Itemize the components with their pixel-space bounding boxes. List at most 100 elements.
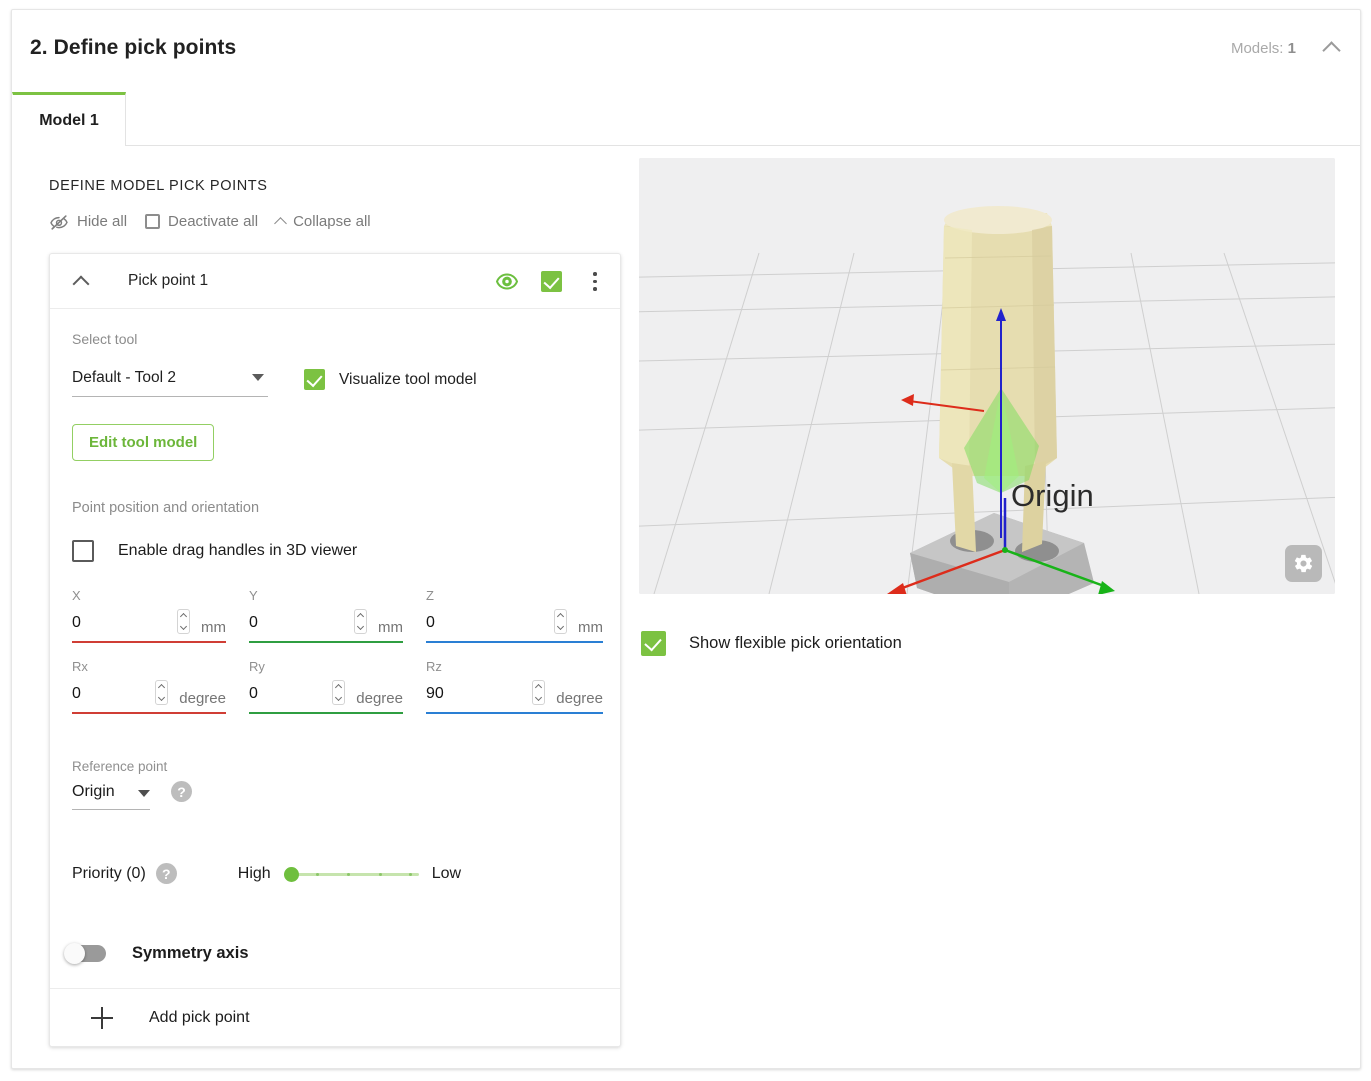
- field-rx-value: 0: [72, 684, 81, 702]
- field-y-value: 0: [249, 613, 258, 631]
- select-tool-label: Select tool: [72, 331, 138, 347]
- field-x-underline: [72, 641, 226, 643]
- deactivate-all-label: Deactivate all: [168, 213, 259, 230]
- pick-point-active-checkbox[interactable]: [541, 271, 562, 292]
- field-rz-unit: degree: [556, 690, 603, 707]
- field-rz: Rz 90 degree: [426, 659, 603, 714]
- kebab-dot: [593, 279, 597, 284]
- hide-all-label: Hide all: [77, 213, 128, 230]
- tab-model-1[interactable]: Model 1: [12, 92, 126, 146]
- models-count: Models: 1: [1231, 40, 1296, 57]
- add-pick-point-label: Add pick point: [149, 1008, 250, 1026]
- checkbox-empty-icon: [145, 214, 161, 229]
- models-count-value: 1: [1287, 39, 1296, 57]
- chevron-up-icon: [158, 684, 166, 692]
- field-z-input[interactable]: 0: [426, 607, 569, 638]
- help-icon[interactable]: ?: [171, 781, 192, 802]
- 3d-viewer[interactable]: Origin: [639, 158, 1335, 594]
- slider-tick: [346, 872, 350, 876]
- header-right-group: Models: 1: [1231, 37, 1344, 60]
- page-title: 2. Define pick points: [30, 36, 237, 59]
- field-ry: Ry 0 degree: [249, 659, 426, 714]
- chevron-up-icon: [274, 217, 287, 230]
- chevron-down-icon: [335, 693, 343, 701]
- field-y-unit: mm: [378, 619, 403, 636]
- panel-content: DEFINE MODEL PICK POINTS Hide all Deacti…: [12, 146, 1360, 1068]
- enable-drag-handles-checkbox[interactable]: [72, 540, 94, 562]
- field-ry-input[interactable]: 0: [249, 678, 347, 709]
- chevron-down-icon: [535, 693, 543, 701]
- panel-collapse-button[interactable]: [1318, 37, 1344, 60]
- slider-tick: [408, 872, 412, 876]
- priority-high-label: High: [237, 864, 271, 882]
- kebab-menu-icon[interactable]: [584, 270, 606, 294]
- viewer-column: Origin Show flexible pick orientation: [639, 158, 1335, 656]
- field-x-label: X: [72, 588, 81, 603]
- field-ry-label: Ry: [249, 659, 265, 674]
- define-pick-points-panel: 2. Define pick points Models: 1 Model 1: [11, 9, 1361, 1069]
- field-y-label: Y: [249, 588, 258, 603]
- panel-header: 2. Define pick points Models: 1: [12, 10, 1360, 92]
- show-flexible-pick-checkbox[interactable]: [641, 631, 666, 656]
- field-z: Z 0 mm: [426, 588, 603, 643]
- field-y-input[interactable]: 0: [249, 607, 369, 638]
- edit-tool-model-button[interactable]: Edit tool model: [72, 424, 215, 461]
- tool-select-value: Default - Tool 2: [72, 369, 176, 386]
- chevron-up-icon: [179, 613, 188, 621]
- field-ry-unit: degree: [356, 690, 403, 707]
- chevron-down-icon: [158, 693, 166, 701]
- viewer-settings-button[interactable]: [1285, 545, 1322, 582]
- pick-point-collapse-button[interactable]: [58, 258, 104, 304]
- field-rz-label: Rz: [426, 659, 442, 674]
- gear-icon: [1294, 554, 1313, 573]
- priority-slider[interactable]: [283, 865, 419, 883]
- reference-point-select[interactable]: Origin: [72, 783, 150, 810]
- field-rx-unit: degree: [179, 690, 226, 707]
- chevron-up-icon: [1321, 41, 1341, 60]
- 3d-scene: Origin: [639, 158, 1335, 594]
- field-rz-input[interactable]: 90: [426, 678, 547, 709]
- help-icon[interactable]: ?: [155, 863, 177, 884]
- reference-point-group: Reference point Origin ?: [72, 759, 620, 812]
- pick-points-column: DEFINE MODEL PICK POINTS Hide all Deacti…: [38, 146, 638, 1047]
- plus-icon: [91, 1006, 113, 1029]
- chevron-up-icon: [335, 684, 343, 692]
- chevron-up-icon: [356, 613, 365, 621]
- symmetry-axis-toggle[interactable]: [64, 943, 106, 964]
- kebab-dot: [593, 272, 597, 276]
- chevron-up-icon: [72, 275, 90, 292]
- eye-off-icon: [50, 214, 68, 230]
- reference-point-label: Reference point: [72, 759, 168, 774]
- field-z-stepper[interactable]: [554, 609, 567, 634]
- kebab-dot: [593, 287, 597, 291]
- field-x-value: 0: [72, 613, 81, 631]
- field-z-unit: mm: [578, 619, 603, 636]
- field-z-underline: [426, 641, 603, 643]
- deactivate-all-button[interactable]: Deactivate all: [145, 213, 276, 230]
- eye-icon[interactable]: [495, 273, 519, 290]
- slider-thumb[interactable]: [283, 866, 299, 882]
- field-rx-input[interactable]: 0: [72, 678, 170, 709]
- visualize-tool-model-checkbox[interactable]: [304, 369, 325, 390]
- field-ry-stepper[interactable]: [332, 680, 346, 705]
- field-y-stepper[interactable]: [354, 609, 367, 634]
- chevron-up-icon: [535, 684, 543, 692]
- models-count-label: Models:: [1230, 39, 1284, 57]
- tool-select[interactable]: Default - Tool 2: [72, 369, 268, 397]
- symmetry-axis-row: Symmetry axis: [64, 943, 620, 988]
- collapse-all-label: Collapse all: [293, 213, 371, 230]
- field-x-input[interactable]: 0: [72, 607, 192, 638]
- add-pick-point-button[interactable]: Add pick point: [50, 988, 620, 1046]
- field-rx-stepper[interactable]: [155, 680, 169, 705]
- tool-row: Default - Tool 2 Visualize tool model: [72, 369, 620, 397]
- field-rz-stepper[interactable]: [532, 680, 546, 705]
- hide-all-button[interactable]: Hide all: [49, 213, 145, 230]
- slider-tick: [315, 872, 319, 876]
- show-flexible-pick-label: Show flexible pick orientation: [689, 634, 902, 652]
- toggle-knob: [64, 943, 85, 964]
- point-position-label: Point position and orientation: [72, 500, 260, 516]
- collapse-all-button[interactable]: Collapse all: [274, 213, 389, 230]
- pick-point-card: Pick point 1 Select tool Default - Tool …: [49, 253, 621, 1047]
- field-x-stepper[interactable]: [177, 609, 190, 634]
- tab-bar: Model 1: [12, 92, 1360, 146]
